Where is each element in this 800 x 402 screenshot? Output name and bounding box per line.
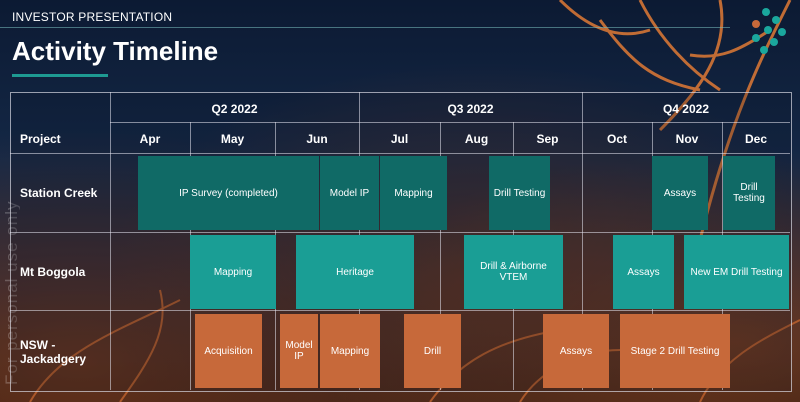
activity-bar: Mapping — [380, 156, 447, 230]
activity-bar: Acquisition — [195, 314, 262, 388]
activity-bar: Model IP — [320, 156, 379, 230]
activity-bar: Assays — [613, 235, 674, 309]
activity-bar: IP Survey (completed) — [138, 156, 319, 230]
month-label: Oct — [606, 132, 627, 146]
project-column-header: Project — [20, 132, 61, 146]
grid-line — [10, 153, 790, 154]
arrow-chevron-logo-icon — [752, 8, 786, 54]
grid-line — [10, 232, 790, 233]
quarter-label-q2: Q2 2022 — [211, 102, 258, 116]
project-label-mt-boggola: Mt Boggola — [20, 265, 86, 279]
quarter-label-q3: Q3 2022 — [447, 102, 494, 116]
quarter-label-q4: Q4 2022 — [662, 102, 710, 116]
month-label: Sep — [536, 132, 559, 146]
activity-bar: Mapping — [190, 235, 276, 309]
activity-bar: Drill & Airborne VTEM — [464, 235, 563, 309]
activity-bar: New EM Drill Testing — [684, 235, 789, 309]
grid-line — [110, 122, 790, 123]
month-label: Jun — [306, 132, 328, 146]
activity-bar: Model IP — [280, 314, 318, 388]
activity-bar: Drill Testing — [723, 156, 775, 230]
activity-bar: Drill — [404, 314, 461, 388]
month-label: Apr — [139, 132, 161, 146]
section-label: INVESTOR PRESENTATION — [12, 10, 173, 24]
month-label: Jul — [390, 132, 409, 146]
activity-bar: Mapping — [320, 314, 380, 388]
page-title: Activity Timeline — [12, 36, 219, 66]
activity-bar: Drill Testing — [489, 156, 550, 230]
header-divider — [0, 27, 730, 28]
activity-bar: Assays — [652, 156, 708, 230]
month-label: Dec — [744, 132, 767, 146]
month-label: May — [220, 132, 245, 146]
project-label-station-creek: Station Creek — [20, 186, 98, 200]
month-label: Aug — [464, 132, 489, 146]
month-label: Nov — [675, 132, 699, 146]
activity-bar: Heritage — [296, 235, 414, 309]
project-label-nsw-jackadgery: NSW - Jackadgery — [20, 338, 87, 366]
grid-line — [10, 310, 790, 311]
title-underline — [12, 74, 108, 77]
activity-bar: Assays — [543, 314, 609, 388]
activity-bar: Stage 2 Drill Testing — [620, 314, 730, 388]
